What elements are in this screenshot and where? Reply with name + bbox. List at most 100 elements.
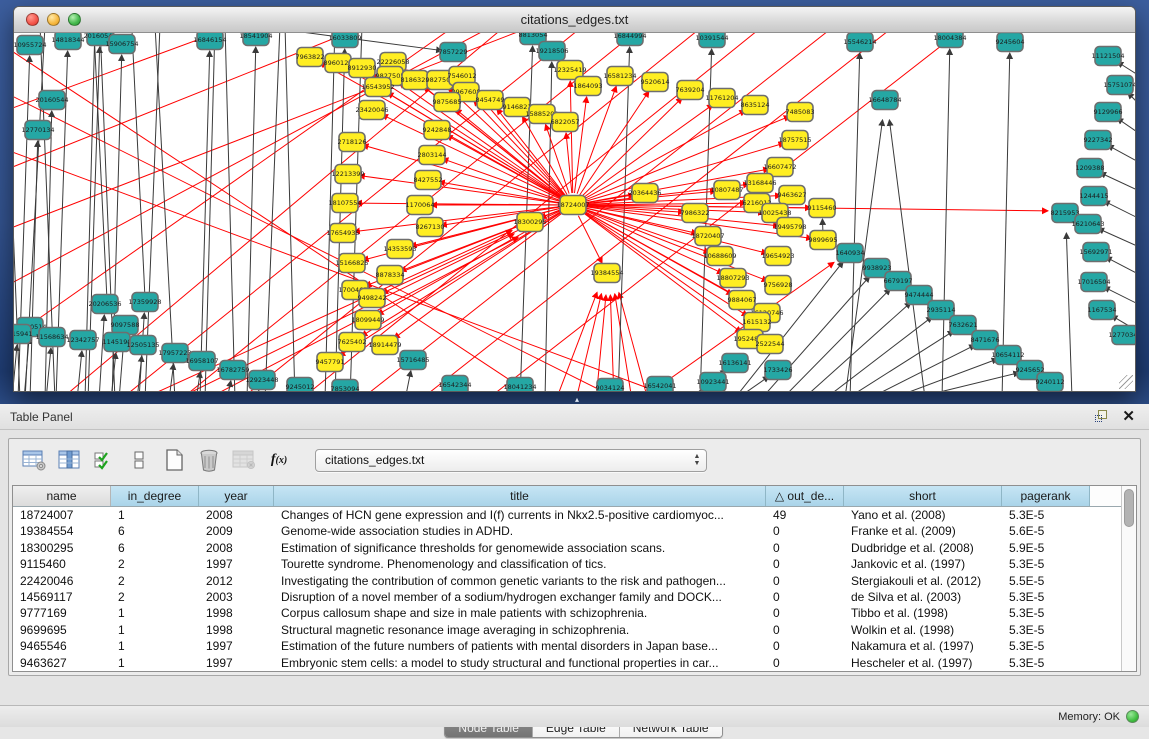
- network-node[interactable]: 9240112: [1036, 373, 1065, 392]
- network-node[interactable]: 8454749: [476, 91, 505, 110]
- network-node[interactable]: 18720407: [691, 227, 724, 246]
- table-cell[interactable]: 0: [766, 638, 844, 654]
- table-cell[interactable]: 1: [111, 638, 199, 654]
- black-edge[interactable]: [205, 33, 215, 391]
- close-window-button[interactable]: [26, 13, 39, 26]
- row-height-icon[interactable]: [126, 447, 152, 473]
- table-row[interactable]: 1456911722003Disruption of a novel membe…: [13, 589, 1121, 605]
- network-node[interactable]: 10391544: [695, 33, 728, 48]
- network-node[interactable]: 20206536: [88, 295, 121, 314]
- network-node[interactable]: 7986322: [681, 204, 710, 223]
- table-cell[interactable]: 0: [766, 573, 844, 589]
- network-node[interactable]: 1170064: [406, 196, 435, 215]
- network-node[interactable]: 6822057: [551, 113, 580, 132]
- table-cell[interactable]: Estimation of significance thresholds fo…: [274, 540, 766, 556]
- table-cell[interactable]: 6: [111, 523, 199, 539]
- black-edge[interactable]: [227, 381, 231, 391]
- float-window-icon[interactable]: [1095, 410, 1109, 423]
- column-header-out_de[interactable]: △ out_de...: [766, 486, 844, 506]
- network-node[interactable]: 9115460: [808, 199, 837, 218]
- network-node[interactable]: 9242848: [423, 121, 452, 140]
- network-node[interactable]: 14818344: [51, 33, 84, 50]
- network-node[interactable]: 9498242: [358, 289, 387, 308]
- network-node[interactable]: 16542041: [643, 377, 676, 392]
- network-node[interactable]: 1244415: [1080, 187, 1109, 206]
- network-node[interactable]: 7853094: [331, 380, 360, 392]
- black-edge[interactable]: [24, 338, 29, 391]
- network-node[interactable]: 9245604: [996, 33, 1025, 52]
- network-node[interactable]: 2803144: [418, 146, 447, 165]
- table-cell[interactable]: 5.6E-5: [1002, 523, 1090, 539]
- table-row[interactable]: 911546021997Tourette syndrome. Phenomeno…: [13, 556, 1121, 572]
- network-node[interactable]: 10955724: [14, 36, 47, 55]
- black-edge[interactable]: [1108, 145, 1135, 166]
- network-node[interactable]: 9756928: [764, 276, 793, 295]
- network-node[interactable]: 16136141: [718, 354, 751, 373]
- table-cell[interactable]: 5.9E-5: [1002, 540, 1090, 556]
- red-edge[interactable]: [363, 145, 562, 202]
- table-cell[interactable]: 19384554: [13, 523, 111, 539]
- black-edge[interactable]: [30, 141, 38, 391]
- table-cell[interactable]: 9699695: [13, 622, 111, 638]
- table-cell[interactable]: Nakamura et al. (1997): [844, 638, 1002, 654]
- black-edge[interactable]: [155, 33, 175, 391]
- function-builder-icon[interactable]: f(x): [266, 447, 292, 473]
- table-cell[interactable]: 2: [111, 589, 199, 605]
- black-edge[interactable]: [1128, 93, 1135, 111]
- network-node[interactable]: 9884067: [728, 291, 757, 310]
- network-node[interactable]: 11121504: [1091, 47, 1124, 66]
- column-header-year[interactable]: year: [199, 486, 274, 506]
- black-edge[interactable]: [942, 49, 950, 391]
- table-cell[interactable]: 2009: [199, 523, 274, 539]
- black-edge[interactable]: [804, 302, 911, 391]
- network-node[interactable]: 18041234: [503, 378, 536, 392]
- network-node[interactable]: 8427552: [414, 171, 443, 190]
- table-cell[interactable]: Investigating the contribution of common…: [274, 573, 766, 589]
- red-edge[interactable]: [619, 293, 648, 391]
- table-cell[interactable]: 6: [111, 540, 199, 556]
- network-node[interactable]: 12505135: [126, 336, 159, 355]
- table-cell[interactable]: 9463627: [13, 655, 111, 671]
- network-node[interactable]: 8635124: [741, 96, 770, 115]
- red-edge[interactable]: [610, 295, 614, 391]
- network-node[interactable]: 11568634: [35, 328, 68, 347]
- network-node[interactable]: 18914479: [368, 336, 401, 355]
- table-row[interactable]: 977716911998Corpus callosum shape and si…: [13, 605, 1121, 621]
- network-node[interactable]: 18107554: [328, 194, 361, 213]
- black-edge[interactable]: [850, 53, 860, 391]
- black-edge[interactable]: [225, 33, 235, 391]
- black-edge[interactable]: [735, 376, 769, 391]
- network-node[interactable]: 12770134: [21, 121, 54, 140]
- table-cell[interactable]: 18300295: [13, 540, 111, 556]
- black-edge[interactable]: [889, 120, 925, 391]
- network-node[interactable]: 17016504: [1077, 273, 1110, 292]
- network-node[interactable]: 9457791: [316, 353, 345, 372]
- close-icon[interactable]: ✕: [1122, 408, 1135, 425]
- network-node[interactable]: 18807293: [716, 269, 749, 288]
- network-view[interactable]: 1872400718300295109557241481834420160541…: [14, 33, 1135, 391]
- network-node[interactable]: 15166825: [335, 254, 368, 273]
- network-node[interactable]: 2718126: [338, 133, 367, 152]
- network-node[interactable]: 18724007: [556, 196, 589, 215]
- network-node[interactable]: 8471676: [971, 331, 1000, 350]
- network-node[interactable]: 15546214: [843, 33, 876, 52]
- network-node[interactable]: 1733426: [764, 361, 793, 380]
- delete-column-icon[interactable]: [196, 447, 222, 473]
- black-edge[interactable]: [1106, 257, 1135, 278]
- table-cell[interactable]: 5.3E-5: [1002, 605, 1090, 621]
- column-header-title[interactable]: title: [274, 486, 766, 506]
- network-node[interactable]: 7963822: [296, 48, 325, 67]
- table-cell[interactable]: Structural magnetic resonance image aver…: [274, 622, 766, 638]
- network-node[interactable]: 17654935: [326, 224, 359, 243]
- table-cell[interactable]: Changes of HCN gene expression and I(f) …: [274, 507, 766, 523]
- network-node[interactable]: 19384554: [590, 264, 623, 283]
- network-node[interactable]: 16543952: [361, 78, 394, 97]
- network-node[interactable]: 8878334: [376, 266, 405, 285]
- black-edge[interactable]: [92, 33, 107, 300]
- network-node[interactable]: 9520614: [641, 73, 670, 92]
- network-node[interactable]: 7625402: [338, 333, 367, 352]
- network-window-titlebar[interactable]: citations_edges.txt: [14, 7, 1135, 33]
- network-node[interactable]: 13168446: [743, 174, 776, 193]
- table-cell[interactable]: 5.3E-5: [1002, 589, 1090, 605]
- table-cell[interactable]: 9777169: [13, 605, 111, 621]
